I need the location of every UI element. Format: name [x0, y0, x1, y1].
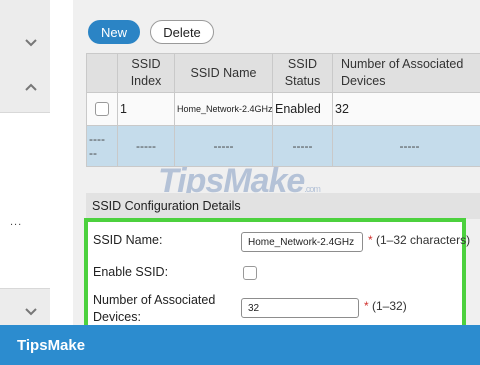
- section-title: SSID Configuration Details: [86, 193, 480, 219]
- ssid-index-cell: 1: [117, 92, 175, 126]
- ssid-status-cell: -----: [272, 125, 333, 167]
- select-column-header: [86, 53, 118, 93]
- table-header-row: SSID Index SSID Name SSID Status Number …: [86, 53, 480, 93]
- row-select-cell[interactable]: [86, 92, 118, 126]
- enable-ssid-checkbox[interactable]: [243, 266, 257, 280]
- column-header: SSID Index: [117, 53, 175, 93]
- delete-button[interactable]: Delete: [150, 20, 214, 44]
- devices-cell: -----: [332, 125, 480, 167]
- devices-cell: 32: [332, 92, 480, 126]
- row-checkbox[interactable]: [95, 102, 109, 117]
- brand-logo: TipsMake: [17, 337, 86, 354]
- chevron-up-icon[interactable]: [22, 80, 40, 94]
- chevron-down-icon[interactable]: [22, 305, 40, 319]
- ssid-config-form: SSID Name: Home_Network-2.4GHz * (1–32 c…: [84, 218, 470, 326]
- table-row-selected[interactable]: ---- -- ----- ----- ----- -----: [86, 125, 480, 167]
- enable-ssid-label: Enable SSID:: [93, 265, 169, 279]
- table-row[interactable]: 1 Home_Network-2.4GHz Enabled 32: [86, 92, 480, 126]
- devices-input[interactable]: 32: [241, 298, 359, 318]
- sidebar-truncated-label: ...: [10, 216, 23, 228]
- footer-bar: TipsMake: [0, 325, 480, 365]
- column-header: SSID Status: [272, 53, 333, 93]
- sidebar-submenu: [0, 112, 50, 289]
- ssid-index-cell: -----: [117, 125, 175, 167]
- ssid-name-input[interactable]: Home_Network-2.4GHz: [241, 232, 363, 252]
- sidebar: ...: [0, 0, 50, 325]
- chevron-down-icon[interactable]: [22, 36, 40, 50]
- column-header: Number of Associated Devices: [332, 53, 480, 93]
- ssid-name-hint: * (1–32 characters): [368, 233, 471, 247]
- column-header: SSID Name: [174, 53, 273, 93]
- row-select-cell[interactable]: ---- --: [86, 125, 118, 167]
- devices-hint: * (1–32): [364, 299, 407, 313]
- ssid-name-cell: -----: [174, 125, 273, 167]
- devices-label: Number of Associated Devices:: [93, 293, 216, 324]
- ssid-name-label: SSID Name:: [93, 233, 163, 247]
- ssid-name-cell: Home_Network-2.4GHz: [174, 92, 273, 126]
- ssid-status-cell: Enabled: [272, 92, 333, 126]
- ssid-table: SSID Index SSID Name SSID Status Number …: [86, 53, 480, 167]
- new-button[interactable]: New: [88, 20, 140, 44]
